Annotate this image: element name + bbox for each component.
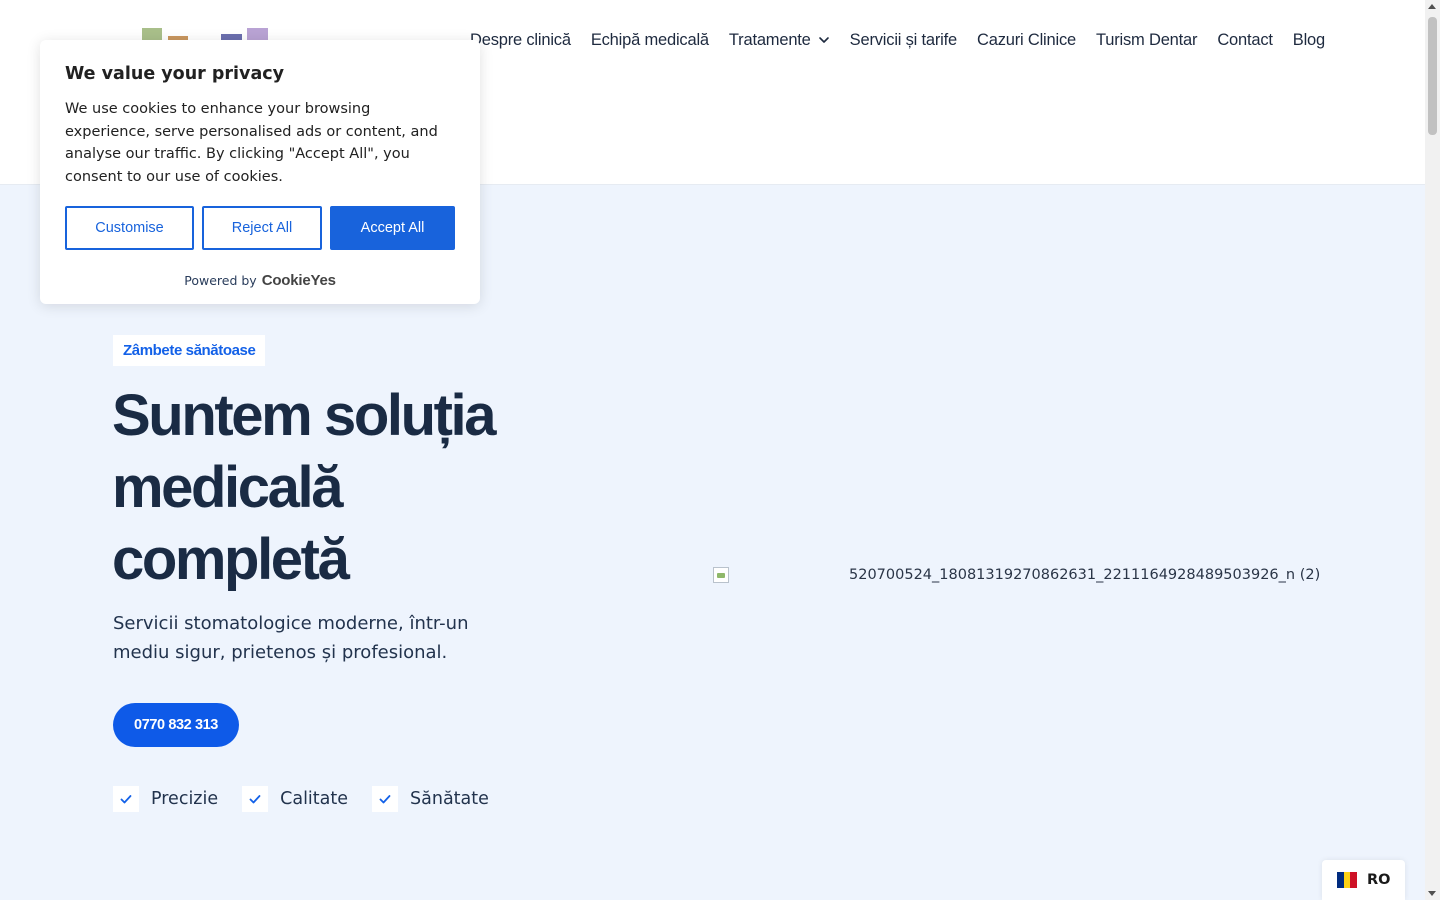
nav-servicii-tarife[interactable]: Servicii și tarife <box>850 28 958 52</box>
powered-by: Powered by CookieYes <box>65 272 455 289</box>
check-icon <box>242 786 269 812</box>
page-scrollbar[interactable] <box>1425 0 1440 900</box>
main-nav: Despre clinică Echipă medicală Tratament… <box>470 28 1325 52</box>
feature-item: Precizie <box>113 786 218 812</box>
hero-subtitle: Servicii stomatologice moderne, într-un … <box>113 613 469 663</box>
hero-badge: Zâmbete sănătoase <box>113 335 266 366</box>
nav-contact[interactable]: Contact <box>1217 28 1273 52</box>
cookie-title: We value your privacy <box>65 64 285 84</box>
reject-all-button[interactable]: Reject All <box>202 206 322 250</box>
feature-label: Calitate <box>280 789 349 809</box>
feature-label: Precizie <box>151 789 219 809</box>
language-code: RO <box>1367 872 1391 888</box>
feature-label: Sănătate <box>410 789 489 809</box>
cookie-consent-banner: We value your privacy We use cookies to … <box>40 40 480 304</box>
accept-all-button[interactable]: Accept All <box>330 206 455 250</box>
cookie-actions: Customise Reject All Accept All <box>65 206 455 250</box>
powered-by-label: Powered by <box>184 273 257 288</box>
customise-button[interactable]: Customise <box>65 206 194 250</box>
scroll-thumb[interactable] <box>1428 17 1437 135</box>
feature-list: Precizie Calitate Sănătate <box>113 786 513 812</box>
hero-image: 520700524_18081319270862631_221116492848… <box>713 567 1320 583</box>
broken-image-icon <box>713 567 729 583</box>
scroll-down-icon[interactable] <box>1428 891 1436 896</box>
feature-item: Calitate <box>242 786 348 812</box>
check-icon <box>372 786 399 812</box>
nav-blog[interactable]: Blog <box>1293 28 1325 52</box>
nav-despre-clinica[interactable]: Despre clinică <box>470 28 571 52</box>
check-icon <box>113 786 139 812</box>
romania-flag-icon <box>1337 872 1358 888</box>
cookie-description: We use cookies to enhance your browsing … <box>65 101 438 185</box>
language-switcher[interactable]: RO <box>1322 860 1405 900</box>
cookieyes-logo[interactable]: CookieYes <box>262 272 336 289</box>
nav-echipa-medicala[interactable]: Echipă medicală <box>591 28 709 52</box>
nav-tratamente[interactable]: Tratamente <box>729 28 830 52</box>
feature-item: Sănătate <box>372 786 489 812</box>
nav-turism-dentar[interactable]: Turism Dentar <box>1096 28 1198 52</box>
chevron-down-icon <box>818 37 829 43</box>
hero-title: Suntem soluția medicală completă <box>112 383 497 592</box>
nav-cazuri-clinice[interactable]: Cazuri Clinice <box>977 28 1076 52</box>
hero-image-alt: 520700524_18081319270862631_221116492848… <box>849 567 1321 583</box>
phone-cta-button[interactable]: 0770 832 313 <box>113 703 239 747</box>
scroll-up-icon[interactable] <box>1428 4 1436 9</box>
